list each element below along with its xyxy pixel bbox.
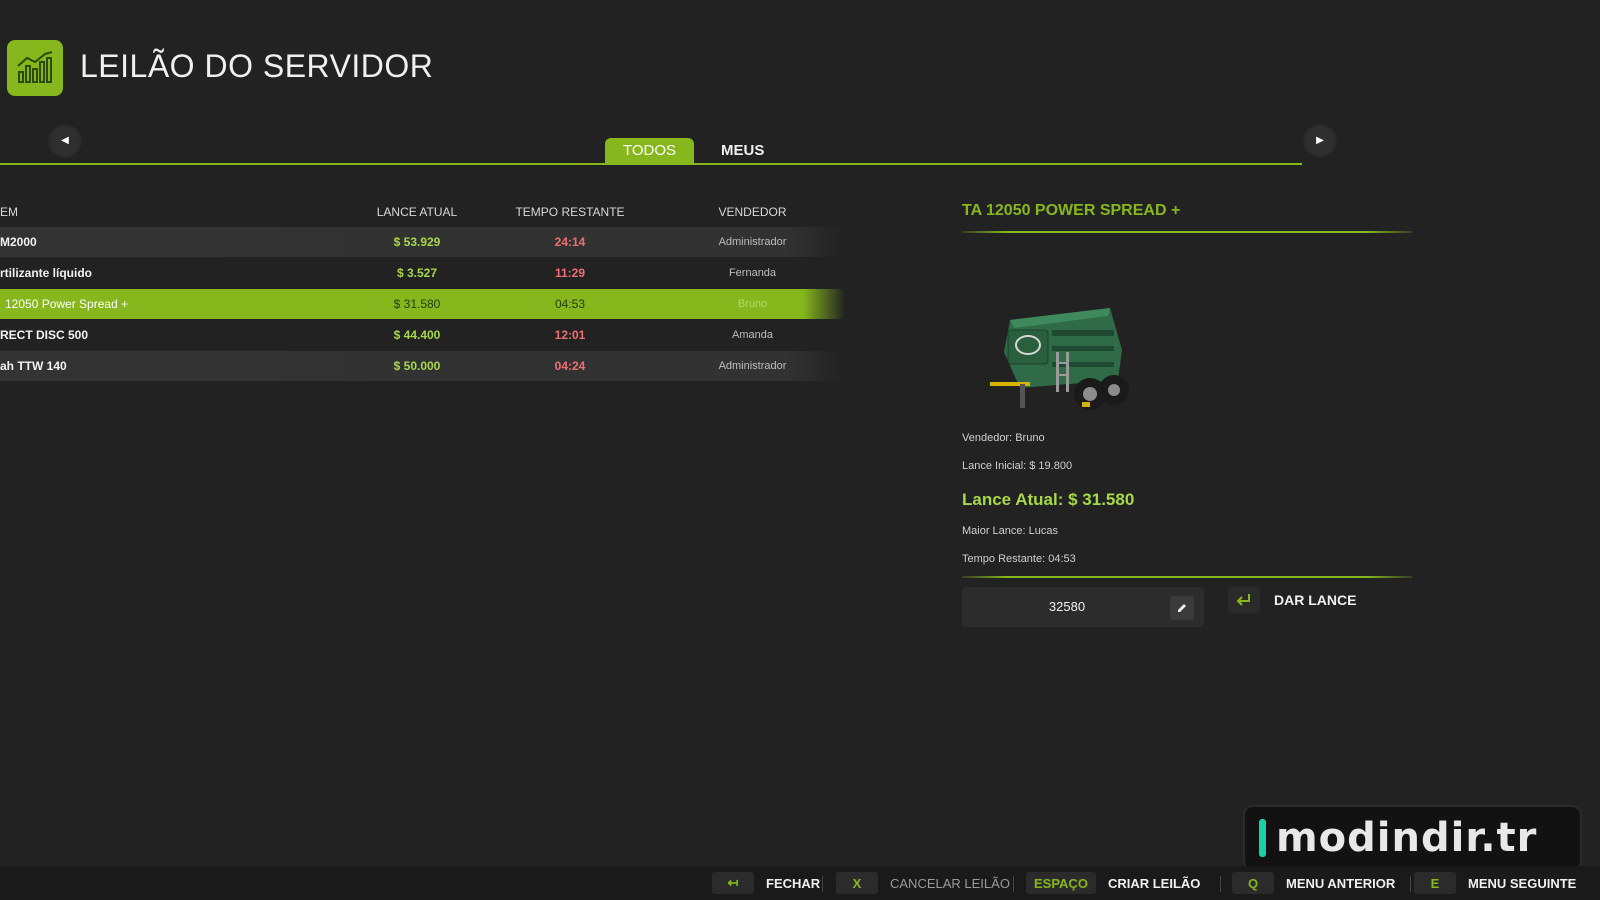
close-label: FECHAR [766, 875, 821, 891]
place-bid-label: DAR LANCE [1274, 592, 1357, 608]
detail-divider [962, 231, 1412, 233]
create-auction-label: CRIAR LEILÃO [1107, 875, 1201, 891]
table-row[interactable]: M2000 $ 53.929 24:14 Administrador [0, 227, 845, 257]
footer-separator [1410, 876, 1411, 892]
cell-current-bid: $ 3.527 [396, 266, 438, 280]
cell-seller: Fernanda [728, 267, 777, 279]
watermark-text: modindir.tr [1276, 815, 1538, 861]
cell-item: M2000 [0, 235, 37, 249]
cell-current-bid: $ 53.929 [393, 235, 441, 249]
table-row-selected[interactable]: 12050 Power Spread + $ 31.580 04:53 Brun… [0, 289, 845, 319]
tab-meus[interactable]: MEUS [703, 138, 782, 164]
cell-seller: Administrador [718, 360, 787, 372]
pencil-icon [1178, 604, 1186, 612]
column-header-item: EM [0, 205, 18, 219]
next-menu-action[interactable]: E MENU SEGUINTE [1414, 872, 1576, 894]
detail-title: TA 12050 POWER SPREAD + [962, 202, 1181, 219]
enter-key-icon [1228, 587, 1260, 613]
detail-seller: Vendedor: Bruno [962, 432, 1045, 444]
prev-page-button[interactable]: ◀ [47, 122, 83, 158]
table-row[interactable]: ah TTW 140 $ 50.000 04:24 Administrador [0, 351, 845, 381]
cell-time-left: 24:14 [554, 235, 586, 249]
footer-separator [1220, 876, 1221, 892]
cell-time-left: 04:24 [554, 359, 586, 373]
cell-item: ah TTW 140 [0, 359, 67, 373]
manure-spreader-image [990, 308, 1129, 410]
table-row[interactable]: rtilizante líquido $ 3.527 11:29 Fernand… [0, 258, 845, 288]
column-header-time-left: TEMPO RESTANTE [515, 205, 625, 219]
bar-chart-icon [17, 51, 53, 83]
cancel-auction-label: CANCELAR LEILÃO [890, 875, 1010, 891]
caret-left-icon: ◀ [61, 134, 69, 146]
cell-seller: Administrador [718, 236, 787, 248]
page-title: LEILÃO DO SERVIDOR [80, 48, 434, 84]
footer-separator [822, 876, 823, 892]
footer-keybar: ↤ FECHAR X CANCELAR LEILÃO ESPAÇO CRIAR … [0, 866, 1600, 900]
x-key: X [836, 872, 878, 894]
close-action[interactable]: ↤ FECHAR [712, 872, 820, 894]
next-page-button[interactable]: ▶ [1302, 122, 1338, 158]
detail-highest-bidder: Maior Lance: Lucas [962, 525, 1058, 537]
space-key: ESPAÇO [1026, 872, 1096, 894]
cell-item: RECT DISC 500 [0, 328, 89, 342]
cell-time-left: 11:29 [554, 266, 586, 280]
detail-divider-bottom [962, 576, 1412, 578]
previous-menu-label: MENU ANTERIOR [1286, 875, 1396, 891]
cell-seller: Bruno [737, 298, 768, 310]
q-key: Q [1232, 872, 1274, 894]
detail-time-left: Tempo Restante: 04:53 [962, 553, 1076, 565]
edit-bid-button[interactable] [1170, 596, 1194, 620]
cell-time-left: 04:53 [554, 297, 586, 311]
table-row[interactable]: RECT DISC 500 $ 44.400 12:01 Amanda [0, 320, 845, 350]
previous-menu-action[interactable]: Q MENU ANTERIOR [1232, 872, 1395, 894]
cell-current-bid: $ 44.400 [393, 328, 441, 342]
detail-start-bid: Lance Inicial: $ 19.800 [962, 460, 1073, 472]
column-header-current-bid: LANCE ATUAL [376, 205, 458, 219]
tab-todos[interactable]: TODOS [605, 138, 695, 164]
next-menu-label: MENU SEGUINTE [1468, 875, 1577, 891]
app-icon [7, 40, 63, 96]
watermark-bar [1259, 819, 1266, 857]
watermark: modindir.tr [1243, 805, 1582, 871]
column-header-seller: VENDEDOR [718, 205, 787, 219]
e-key: E [1414, 872, 1456, 894]
place-bid-button[interactable]: DAR LANCE [1228, 587, 1356, 613]
cell-item: 12050 Power Spread + [5, 297, 129, 311]
cancel-auction-action[interactable]: X CANCELAR LEILÃO [836, 872, 1010, 894]
cell-seller: Amanda [732, 329, 773, 341]
tab-divider [0, 163, 1302, 165]
bid-amount-field[interactable]: 32580 [962, 587, 1204, 627]
bid-amount-value[interactable]: 32580 [962, 587, 1172, 627]
cell-current-bid: $ 50.000 [393, 359, 441, 373]
detail-current-bid: Lance Atual: $ 31.580 [962, 490, 1135, 509]
caret-right-icon: ▶ [1316, 134, 1324, 146]
cell-current-bid: $ 31.580 [393, 297, 441, 311]
create-auction-action[interactable]: ESPAÇO CRIAR LEILÃO [1026, 872, 1200, 894]
back-key-icon: ↤ [712, 872, 754, 894]
cell-time-left: 12:01 [554, 328, 586, 342]
footer-separator [1013, 876, 1014, 892]
cell-item: rtilizante líquido [0, 266, 92, 280]
